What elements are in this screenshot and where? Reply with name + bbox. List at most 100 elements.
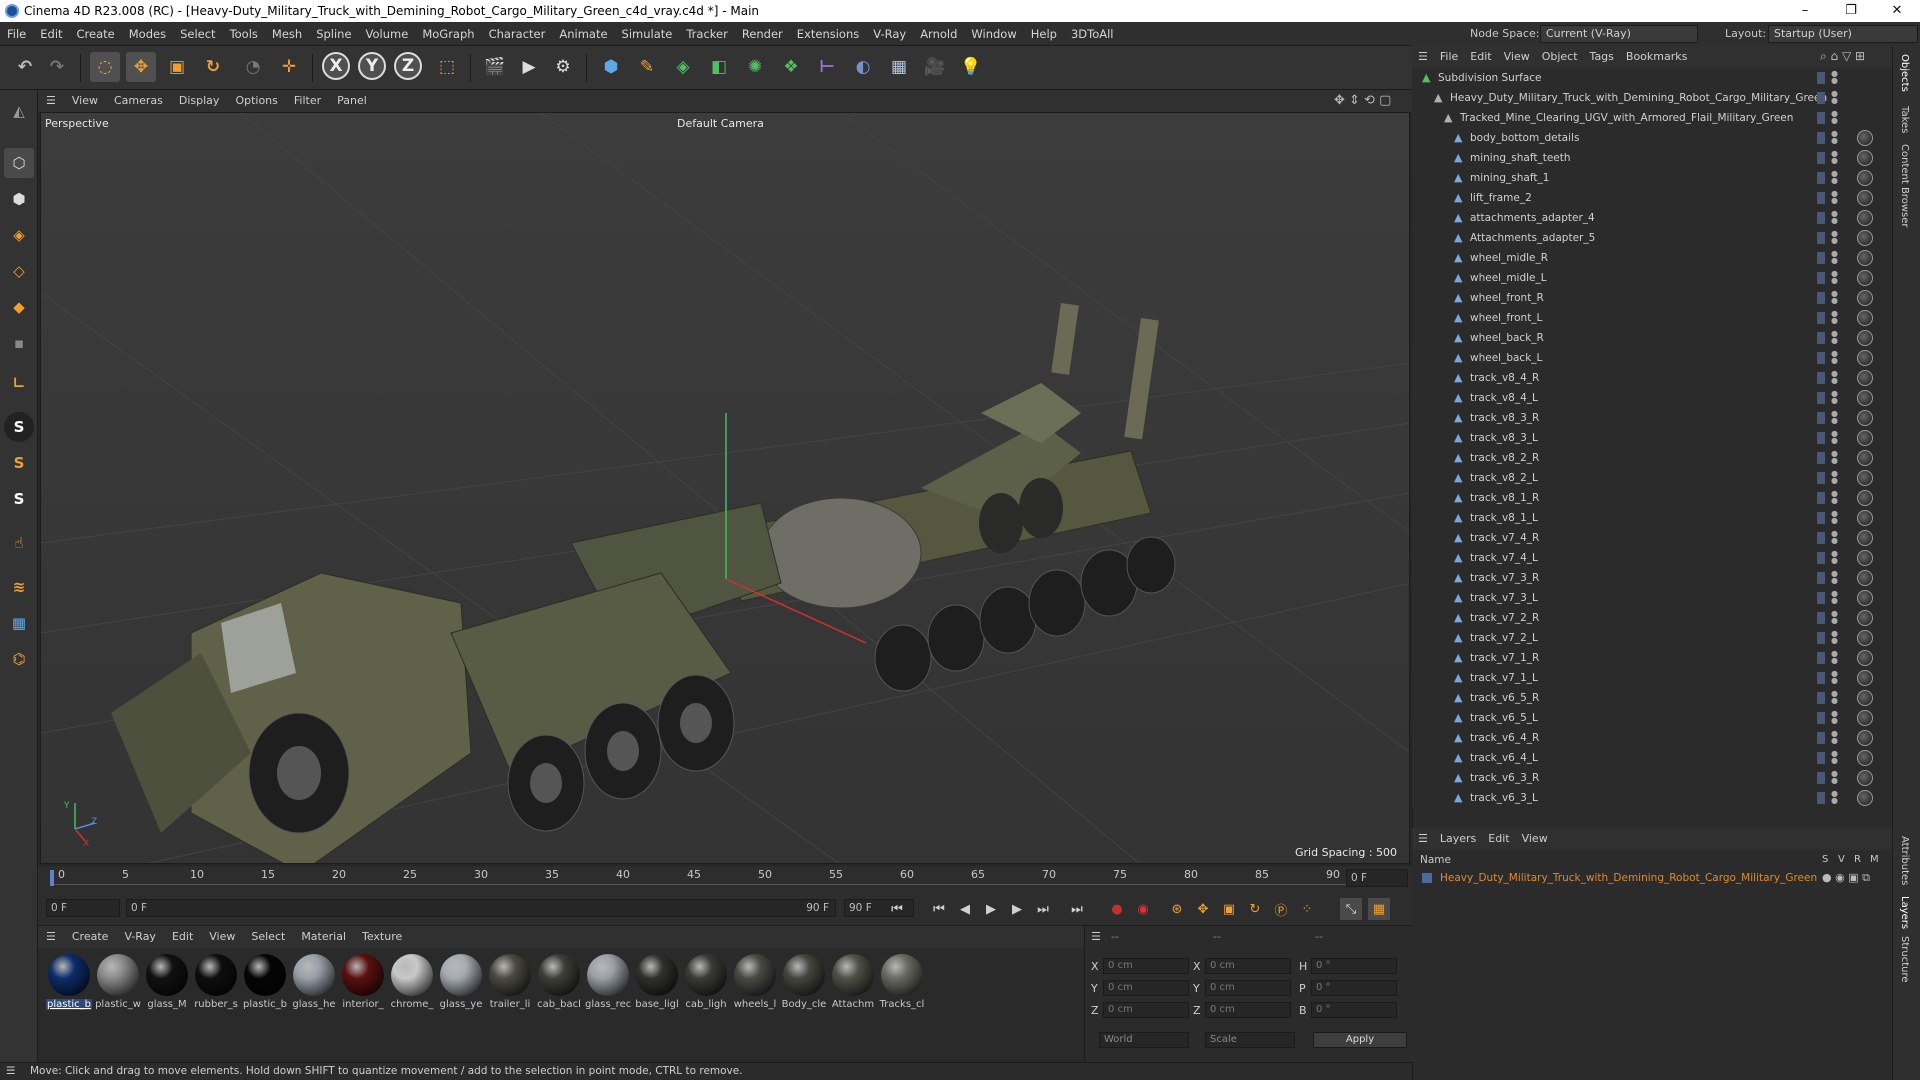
layer-color-flag[interactable] [1817,292,1825,304]
object-menu-edit[interactable]: Edit [1464,46,1497,68]
points-mode-icon[interactable]: ◈ [4,220,34,250]
visibility-dots-icon[interactable]: ● ● [1831,790,1838,805]
transform-tool-icon[interactable]: ✛ [274,52,304,82]
render-view-icon[interactable]: 🎬 [480,52,510,82]
object-row[interactable]: ▲ track_v7_4_R ● ● [1412,528,1892,548]
material-tag-icon[interactable] [1857,370,1873,386]
layer-color-flag[interactable] [1817,412,1825,424]
coords-hamburger-icon[interactable]: ☰ [1091,930,1101,943]
material-menu-texture[interactable]: Texture [354,926,410,948]
material-tag-icon[interactable] [1857,770,1873,786]
scale-tool-icon[interactable]: ▣ [162,52,192,82]
keyframe-selection-icon[interactable]: ⊛ [1166,898,1188,920]
object-menu-tags[interactable]: Tags [1584,46,1620,68]
material-tag-icon[interactable] [1857,250,1873,266]
layer-color-flag[interactable] [1817,772,1825,784]
y-axis-lock-icon[interactable]: Y [358,52,386,80]
material-tag-icon[interactable] [1857,450,1873,466]
visibility-dots-icon[interactable]: ● ● [1831,770,1838,785]
material-tag-icon[interactable] [1857,690,1873,706]
material-tag-icon[interactable] [1857,270,1873,286]
menu-window[interactable]: Window [964,22,1023,46]
object-row[interactable]: ▲ wheel_front_R ● ● [1412,288,1892,308]
object-row[interactable]: ▲ track_v6_5_R ● ● [1412,688,1892,708]
coordinate-space-dropdown[interactable]: World [1099,1032,1189,1048]
layer-color-flag[interactable] [1817,592,1825,604]
auto-keying-icon[interactable]: ◉ [1132,898,1154,920]
key-pla-icon[interactable]: ⁘ [1296,898,1318,920]
uv-mode-icon[interactable]: ▪ [4,328,34,358]
object-row[interactable]: ▲ track_v7_1_L ● ● [1412,668,1892,688]
material-tag-icon[interactable] [1857,570,1873,586]
layer-color-flag[interactable] [1817,252,1825,264]
pos-y-field[interactable]: 0 cm [1103,980,1189,996]
move-tool-icon[interactable]: ✥ [126,52,156,82]
visibility-dots-icon[interactable]: ● ● [1831,610,1838,625]
menu-vray[interactable]: V-Ray [866,22,913,46]
pos-x-field[interactable]: 0 cm [1103,958,1189,974]
menu-3dtoall[interactable]: 3DToAll [1064,22,1121,46]
rot-b-field[interactable]: 0 ° [1311,1002,1397,1018]
material-tag-icon[interactable] [1857,150,1873,166]
coordinate-system-icon[interactable]: ⬚ [432,52,462,82]
visibility-dots-icon[interactable]: ● ● [1831,470,1838,485]
spline-pen-icon[interactable]: ✎ [632,52,662,82]
material-menu-view[interactable]: View [201,926,243,948]
visibility-dots-icon[interactable]: ● ● [1831,330,1838,345]
material-swatch[interactable]: rubber_s [193,954,239,1010]
size-y-field[interactable]: 0 cm [1205,980,1291,996]
mograph-cloner-icon[interactable]: ✺ [740,52,770,82]
menu-volume[interactable]: Volume [359,22,416,46]
object-menu-bookmarks[interactable]: Bookmarks [1620,46,1693,68]
tab-objects[interactable]: Objects [1899,54,1910,92]
timeline-window-icon[interactable]: ▦ [1368,898,1390,920]
previous-frame-icon[interactable]: ◀ [954,898,976,920]
workplane-icon[interactable]: ≋ [4,572,34,602]
material-tag-icon[interactable] [1857,510,1873,526]
edges-mode-icon[interactable]: ◇ [4,256,34,286]
visibility-dots-icon[interactable]: ● ● [1831,430,1838,445]
camera-label[interactable]: Default Camera [677,117,764,130]
material-tag-icon[interactable] [1857,590,1873,606]
size-x-field[interactable]: 0 cm [1205,958,1291,974]
layer-color-flag[interactable] [1817,432,1825,444]
menu-arnold[interactable]: Arnold [913,22,964,46]
rotate-tool-icon[interactable]: ↻ [198,52,228,82]
recent-tool-icon[interactable]: ◔ [238,52,268,82]
material-swatch[interactable]: Tracks_cl [879,954,925,1010]
material-tag-icon[interactable] [1857,730,1873,746]
object-row[interactable]: ▲ track_v6_5_L ● ● [1412,708,1892,728]
material-swatch[interactable]: interior_ [340,954,386,1010]
material-swatch[interactable]: glass_rec [585,954,631,1010]
material-swatch[interactable]: cab_ligh [683,954,729,1010]
close-button[interactable]: ✕ [1874,0,1920,22]
object-menu-view[interactable]: View [1498,46,1536,68]
object-row[interactable]: ▲ track_v7_2_R ● ● [1412,608,1892,628]
menu-spline[interactable]: Spline [309,22,358,46]
layer-row[interactable]: Heavy_Duty_Military_Truck_with_Demining_… [1412,870,1892,888]
visibility-dots-icon[interactable]: ● ● [1831,70,1838,85]
go-to-start-icon[interactable]: ⏮ [928,898,950,920]
tab-structure[interactable]: Structure [1899,936,1910,983]
material-tag-icon[interactable] [1857,790,1873,806]
object-row[interactable]: ▲ track_v6_3_L ● ● [1412,788,1892,808]
go-to-end-icon[interactable]: ⏭ [1066,898,1088,920]
material-tag-icon[interactable] [1857,630,1873,646]
redo-icon[interactable]: ↷ [42,52,72,82]
material-swatch[interactable]: chrome_ [389,954,435,1010]
visibility-dots-icon[interactable]: ● ● [1831,210,1838,225]
material-tag-icon[interactable] [1857,130,1873,146]
visibility-dots-icon[interactable]: ● ● [1831,230,1838,245]
viewport-menu-cameras[interactable]: Cameras [106,90,171,112]
object-row-ugv-group[interactable]: ▲ Tracked_Mine_Clearing_UGV_with_Armored_… [1412,108,1892,128]
layer-color-flag[interactable] [1817,392,1825,404]
object-row[interactable]: ▲ track_v8_4_R ● ● [1412,368,1892,388]
material-tag-icon[interactable] [1857,670,1873,686]
material-tag-icon[interactable] [1857,350,1873,366]
menu-simulate[interactable]: Simulate [615,22,680,46]
make-editable-icon[interactable]: ◭ [4,96,34,126]
array-icon[interactable]: ❖ [776,52,806,82]
object-row[interactable]: ▲ track_v7_4_L ● ● [1412,548,1892,568]
layer-color-flag[interactable] [1817,532,1825,544]
rot-h-field[interactable]: 0 ° [1311,958,1397,974]
